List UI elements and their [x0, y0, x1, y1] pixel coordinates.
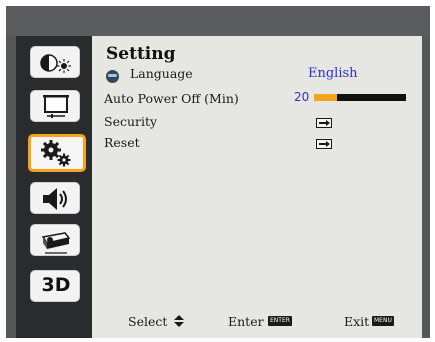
page-title: Setting — [106, 44, 176, 64]
3d-icon[interactable]: 3D — [30, 270, 80, 302]
footer-enter-label: Enter — [228, 314, 264, 329]
enter-key-badge: ENTER — [268, 316, 292, 326]
language-value[interactable]: English — [308, 66, 358, 81]
picture-mode-icon[interactable] — [30, 46, 80, 78]
auto-power-off-label[interactable]: Auto Power Off (Min) — [104, 91, 239, 106]
auto-power-off-value: 20 — [294, 90, 310, 104]
enter-arrow-icon[interactable] — [316, 139, 332, 149]
auto-power-off-slider[interactable] — [314, 94, 406, 101]
reset-label[interactable]: Reset — [104, 135, 140, 150]
screen-icon[interactable] — [30, 90, 80, 122]
footer-select-label: Select — [128, 314, 168, 329]
settings-panel — [92, 36, 422, 338]
slider-fill — [314, 94, 337, 101]
top-bar — [6, 6, 430, 36]
3d-label: 3D — [41, 274, 71, 296]
settings-gears-icon[interactable] — [28, 134, 86, 172]
up-down-arrow-icon — [174, 315, 184, 327]
footer-exit-label: Exit — [344, 314, 370, 329]
globe-icon — [106, 70, 119, 83]
projector-icon[interactable] — [30, 224, 80, 256]
menu-key-badge: MENU — [372, 316, 394, 326]
language-label[interactable]: Language — [130, 66, 193, 81]
security-label[interactable]: Security — [104, 114, 157, 129]
audio-icon[interactable] — [30, 182, 80, 214]
enter-arrow-icon[interactable] — [316, 118, 332, 128]
